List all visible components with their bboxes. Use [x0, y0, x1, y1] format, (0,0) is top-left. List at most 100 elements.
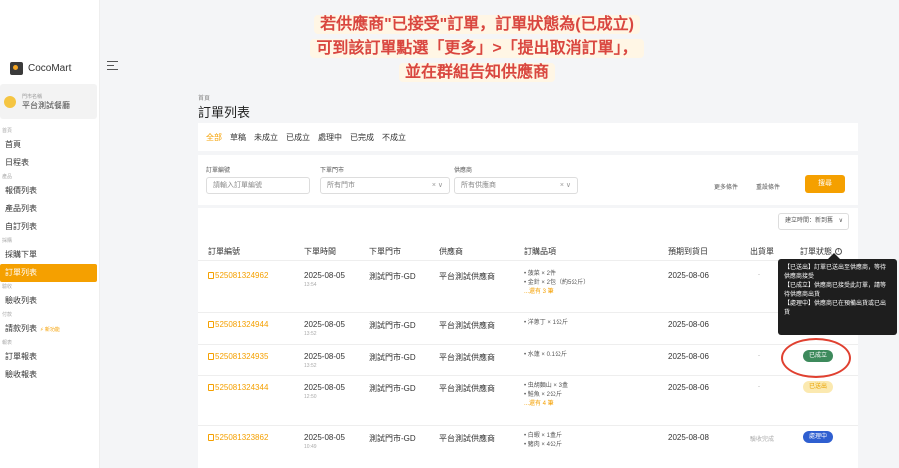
column-header: 訂購品項 — [524, 246, 556, 257]
hamburger-icon[interactable] — [107, 61, 118, 70]
status-tooltip: 【已送出】訂單已送出至供應商，等待供應商接受 【已成立】供應商已接受此訂單，請等… — [778, 253, 897, 335]
sidebar-item[interactable]: 驗收列表 — [0, 292, 97, 310]
order-item: • 洋蔥丁 × 1公斤 — [524, 320, 568, 326]
shipment-status: - — [758, 272, 760, 278]
tab-3[interactable]: 已成立 — [286, 132, 310, 143]
sidebar-item[interactable]: 產品列表 — [0, 200, 97, 218]
store-select-value: 所有門市 — [327, 182, 355, 189]
more-items-link[interactable]: ...還有 4 筆 — [524, 400, 554, 409]
order-item: • 菠菜 × 2件 — [524, 271, 556, 277]
order-time: 12:50 — [304, 394, 317, 400]
order-store: 測試門市-GD — [369, 353, 416, 362]
highlight-circle — [781, 338, 851, 378]
column-header: 供應商 — [439, 246, 463, 257]
order-link[interactable]: 525081324344 — [208, 383, 268, 392]
sidebar-item-label: 付款 — [2, 312, 13, 318]
sidebar-section: 報表 — [0, 338, 97, 348]
document-icon — [208, 353, 214, 360]
tooltip-line: 【已送出】訂單已送出至供應商，等待供應商接受 — [784, 265, 887, 280]
shipment-status: - — [758, 353, 760, 359]
tab-6[interactable]: 不成立 — [382, 132, 406, 143]
sidebar-section: 採購 — [0, 236, 97, 246]
order-table: 建立時間：新到舊 ∨ 訂單編號 下單時間 下單門市 供應商 訂購品項 預期到貨日 出貨單 訂單… — [198, 208, 858, 468]
sidebar-item[interactable]: 首頁 — [0, 136, 97, 154]
column-header-label: 供應商 — [439, 247, 463, 256]
annotation-line-1: 若供應商"已接受"訂單，訂單狀態為(已成立) — [314, 15, 640, 34]
column-header-label: 下單時間 — [304, 247, 336, 256]
supplier-select[interactable]: 所有供應商 × ∨ — [454, 177, 578, 194]
column-header: 下單門市 — [369, 246, 401, 257]
tab-0[interactable]: 全部 — [206, 132, 222, 143]
order-link[interactable]: 525081324935 — [208, 352, 268, 361]
divider — [198, 425, 858, 426]
order-date: 2025-08-05 — [304, 352, 345, 361]
page-title: 訂單列表 — [198, 105, 251, 120]
column-header-label: 訂單編號 — [208, 247, 240, 256]
shipment-status: - — [758, 384, 760, 390]
sidebar-item[interactable]: 報價列表 — [0, 182, 97, 200]
tab-4[interactable]: 處理中 — [318, 132, 342, 143]
annotation-callout: 若供應商"已接受"訂單，訂單狀態為(已成立) 可到該訂單點選「更多」>「提出取消… — [260, 13, 694, 85]
sidebar-item[interactable]: 請款列表 ⚡ 新功能 — [0, 320, 97, 338]
sidebar-item-label: 驗收 — [2, 284, 13, 290]
divider — [198, 375, 858, 376]
order-number: 525081324944 — [215, 320, 269, 329]
store-select[interactable]: 所有門市 × ∨ — [320, 177, 450, 194]
order-link[interactable]: 525081324944 — [208, 320, 268, 329]
more-conditions-link[interactable]: 更多條件 — [714, 182, 738, 191]
order-store: 測試門市-GD — [369, 384, 416, 393]
sidebar-item-label: 首頁 — [2, 128, 13, 134]
tab-2[interactable]: 未成立 — [254, 132, 278, 143]
sidebar-item-label: 採購下單 — [5, 250, 37, 259]
more-items-link[interactable]: ...還有 3 筆 — [524, 288, 554, 297]
sidebar-item-label: 首頁 — [5, 140, 21, 149]
expected-delivery-date: 2025-08-08 — [668, 433, 709, 442]
clear-chevron-icon: × ∨ — [431, 182, 443, 189]
order-date: 2025-08-05 — [304, 433, 345, 442]
order-date: 2025-08-05 — [304, 271, 345, 280]
sidebar-item-label: 產品 — [2, 174, 13, 180]
reset-conditions-link[interactable]: 重設條件 — [756, 182, 780, 191]
expected-delivery-date: 2025-08-06 — [668, 352, 709, 361]
order-time: 13:52 — [304, 331, 317, 337]
order-number: 525081324962 — [215, 271, 269, 280]
sidebar-item-label: 報表 — [2, 340, 13, 346]
order-no-input[interactable]: 請輸入訂單編號 — [206, 177, 310, 194]
sidebar-item-label: 採購 — [2, 238, 13, 244]
column-header: 預期到貨日 — [668, 246, 708, 257]
column-header: 下單時間 — [304, 246, 336, 257]
order-link[interactable]: 525081324962 — [208, 271, 268, 280]
order-supplier: 平台測試供應商 — [439, 353, 495, 362]
tab-5[interactable]: 已完成 — [350, 132, 374, 143]
store-switcher[interactable]: 門市名稱 平台測試餐廳 — [0, 84, 97, 119]
sidebar-item-label: 訂單報表 — [5, 352, 37, 361]
document-icon — [208, 384, 214, 391]
status-tabs: 全部 草稿 未成立 已成立 處理中 已完成 不成立 — [198, 123, 858, 151]
app-logo[interactable]: CocoMart — [10, 62, 71, 75]
order-store: 測試門市-GD — [369, 321, 416, 330]
new-feature-badge: ⚡ 新功能 — [40, 327, 60, 333]
sidebar-item[interactable]: 採購下單 — [0, 246, 97, 264]
sidebar-item[interactable]: 訂單報表 — [0, 348, 97, 366]
divider — [198, 312, 858, 313]
order-link[interactable]: 525081323862 — [208, 433, 268, 442]
sidebar-item[interactable]: 自訂列表 — [0, 218, 97, 236]
order-date: 2025-08-05 — [304, 320, 345, 329]
breadcrumb[interactable]: 首頁 — [198, 93, 210, 102]
sidebar-item[interactable]: 訂單列表 — [0, 264, 97, 282]
store-label: 門市名稱 — [22, 93, 43, 100]
search-button[interactable]: 搜尋 — [805, 175, 845, 193]
order-time: 13:54 — [304, 282, 317, 288]
document-icon — [208, 272, 214, 279]
filter-panel: 訂單編號 請輸入訂單編號 下單門市 所有門市 × ∨ 供應商 所有供應商 × ∨… — [198, 155, 858, 205]
sidebar-item[interactable]: 日程表 — [0, 154, 97, 172]
column-header: 訂單編號 — [208, 246, 240, 257]
sidebar-item[interactable]: 驗收報表 — [0, 366, 97, 384]
tab-1[interactable]: 草稿 — [230, 132, 246, 143]
order-time: 10:49 — [304, 444, 317, 450]
shipment-status: 驗收完成 — [750, 437, 775, 443]
sidebar-item-label: 請款列表 — [5, 324, 37, 333]
sort-select[interactable]: 建立時間：新到舊 ∨ — [778, 213, 849, 230]
order-no-placeholder: 請輸入訂單編號 — [213, 182, 262, 189]
tooltip-line: 【處理中】供應商已在預備出貨或已出貨 — [784, 301, 887, 316]
